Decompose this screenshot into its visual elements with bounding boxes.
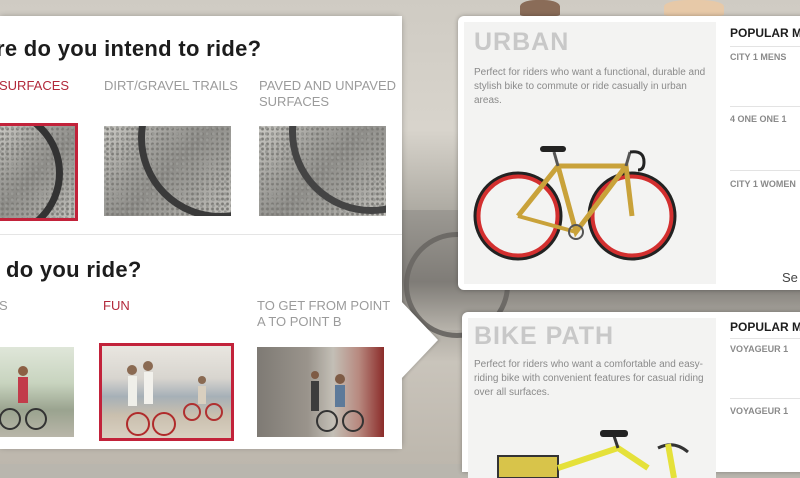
beach-riders-image [126,361,223,436]
divider [730,338,800,339]
card-image-area: BIKE PATH Perfect for riders who want a … [468,318,716,478]
option-paved-unpaved-label[interactable]: PAVED AND UNPAVED SURFACES [259,78,401,110]
option-dirt-gravel-thumbnail[interactable] [104,126,231,216]
option-s-thumbnail[interactable] [0,347,74,437]
background-person [664,0,724,16]
cyclist-image [0,366,47,430]
surface-question-title: re do you intend to ride? [0,36,262,61]
ride-questionnaire-panel: re do you intend to ride? SURFACES DIRT/… [0,16,402,449]
bike-path-bike-image [497,430,689,478]
option-paved-unpaved-thumbnail[interactable] [259,126,386,216]
card-description: Perfect for riders who want a comfortabl… [474,359,704,398]
divider [730,170,800,171]
option-dirt-gravel-label[interactable]: DIRT/GRAVEL TRAILS [104,78,238,94]
surface-question-section: re do you intend to ride? SURFACES DIRT/… [0,16,402,234]
bike-category-card-bike-path[interactable]: BIKE PATH Perfect for riders who want a … [462,312,800,478]
option-surfaces-label[interactable]: SURFACES [0,78,69,94]
tire-image [0,126,63,218]
card-image-area: URBAN Perfect for riders who want a func… [464,22,716,284]
purpose-question-section: do you ride? S FUN TO GET FROM POINT A T… [0,234,402,449]
product-link[interactable]: 4 ONE ONE 1 [730,114,787,124]
divider [730,46,800,47]
option-point-a-to-b-label[interactable]: TO GET FROM POINT A TO POINT B [257,298,397,330]
urban-bike-image [473,146,677,261]
tire-image [138,126,231,216]
option-fun-thumbnail[interactable] [99,343,234,441]
divider [730,398,800,399]
popular-models-heading: POPULAR M [730,320,800,334]
option-fun-label[interactable]: FUN [103,298,130,314]
product-link[interactable]: CITY 1 WOMEN [730,179,796,189]
product-link[interactable]: VOYAGEUR 1 [730,344,788,354]
card-title: URBAN [474,28,570,56]
option-s-label[interactable]: S [0,298,8,314]
background-person [520,0,560,16]
option-point-a-to-b-thumbnail[interactable] [257,347,384,437]
commuter-image [311,371,364,432]
popular-models-heading: POPULAR M [730,26,800,40]
bike-category-card-urban[interactable]: URBAN Perfect for riders who want a func… [458,16,800,290]
purpose-question-title: do you ride? [6,257,142,282]
product-link[interactable]: VOYAGEUR 1 [730,406,788,416]
divider [730,106,800,107]
product-link[interactable]: CITY 1 MENS [730,52,786,62]
see-all-link[interactable]: Se [782,270,798,285]
card-description: Perfect for riders who want a functional… [474,67,706,106]
panel-pointer [400,300,438,380]
card-title: BIKE PATH [474,322,615,350]
tire-image [289,126,386,214]
option-surfaces-thumbnail[interactable] [0,123,78,221]
